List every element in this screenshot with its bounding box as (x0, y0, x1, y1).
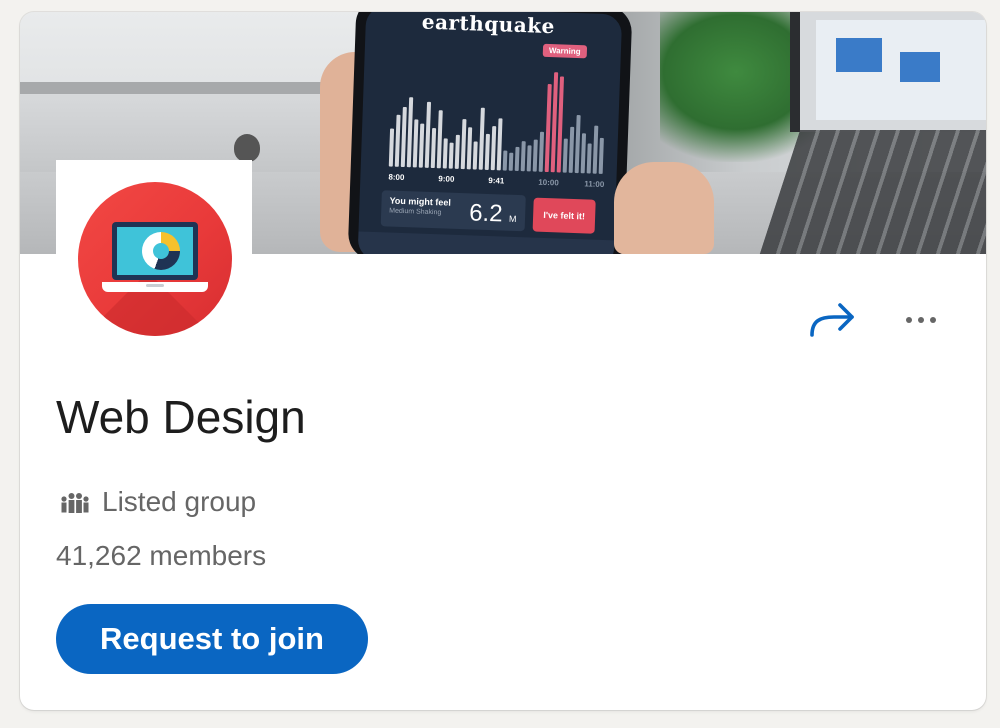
group-people-icon (61, 493, 89, 513)
phone-felt-sub: Medium Shaking (389, 207, 442, 217)
phone-bar (466, 127, 473, 170)
phone-tick: 8:00 (388, 172, 405, 183)
phone-bar (538, 131, 545, 172)
group-logo (56, 160, 252, 356)
phone-tick: 10:00 (538, 177, 559, 188)
phone-bar (574, 115, 581, 174)
phone-bar (472, 141, 478, 170)
group-visibility: Listed group (60, 484, 256, 520)
cover-laptop (790, 12, 986, 132)
cover-monitor (20, 12, 360, 172)
phone-felt-label: You might feel (389, 195, 452, 208)
phone-bar (514, 146, 520, 172)
phone-tick: 11:00 (584, 179, 605, 190)
phone-bar (568, 126, 575, 173)
request-to-join-button[interactable]: Request to join (56, 604, 368, 674)
cover-keyboard (759, 130, 986, 254)
phone-bar (418, 123, 425, 168)
phone-bar (508, 152, 514, 171)
phone-tick: 9:41 (488, 175, 505, 186)
cover-phone: earthquake Warning 8:00 9:00 9:41 10:00 … (347, 12, 633, 254)
phone-bar (598, 137, 604, 174)
phone-bar (442, 138, 448, 169)
phone-magnitude-unit: M (508, 213, 517, 224)
phone-magnitude: 6.2 (468, 199, 504, 228)
phone-bar (388, 128, 395, 167)
phone-bar (532, 139, 538, 172)
phone-felt-button: I've felt it! (532, 197, 596, 234)
phone-bar (436, 110, 443, 169)
group-name: Web Design (56, 391, 306, 443)
phone-bar (454, 134, 460, 169)
phone-warning-badge: Warning (542, 43, 587, 59)
phone-bar (592, 125, 599, 174)
visibility-label: Listed group (102, 486, 257, 517)
phone-bar (394, 114, 401, 167)
apple-logo-icon (234, 134, 260, 162)
phone-bar (412, 119, 419, 168)
phone-bar (400, 106, 407, 168)
phone-felt-box: You might feel Medium Shaking 6.2 M (380, 190, 526, 232)
more-horizontal-icon (906, 317, 912, 323)
phone-app-title: earthquake (421, 12, 556, 39)
phone-bar (520, 141, 526, 172)
phone-bar (586, 143, 592, 174)
phone-bar (460, 119, 467, 170)
share-button[interactable] (806, 298, 858, 342)
phone-time-ticks: 8:00 9:00 9:41 10:00 11:00 (388, 172, 604, 189)
phone-bar (526, 145, 532, 172)
phone-bar (502, 150, 508, 171)
share-arrow-icon (810, 303, 854, 337)
phone-bar (448, 142, 454, 169)
more-options-button[interactable] (892, 298, 950, 342)
phone-bar (484, 133, 490, 170)
laptop-pie-chart-icon (78, 182, 232, 336)
member-count: 41,262 members (56, 540, 267, 571)
group-card: earthquake Warning 8:00 9:00 9:41 10:00 … (20, 12, 986, 710)
phone-bar (562, 138, 568, 173)
phone-bar (478, 107, 485, 170)
phone-bar-chart (388, 67, 608, 174)
phone-tick: 9:00 (438, 174, 455, 184)
phone-bar (430, 127, 437, 169)
phone-bar (490, 126, 497, 171)
phone-bar (496, 118, 503, 171)
phone-bar (580, 133, 587, 174)
